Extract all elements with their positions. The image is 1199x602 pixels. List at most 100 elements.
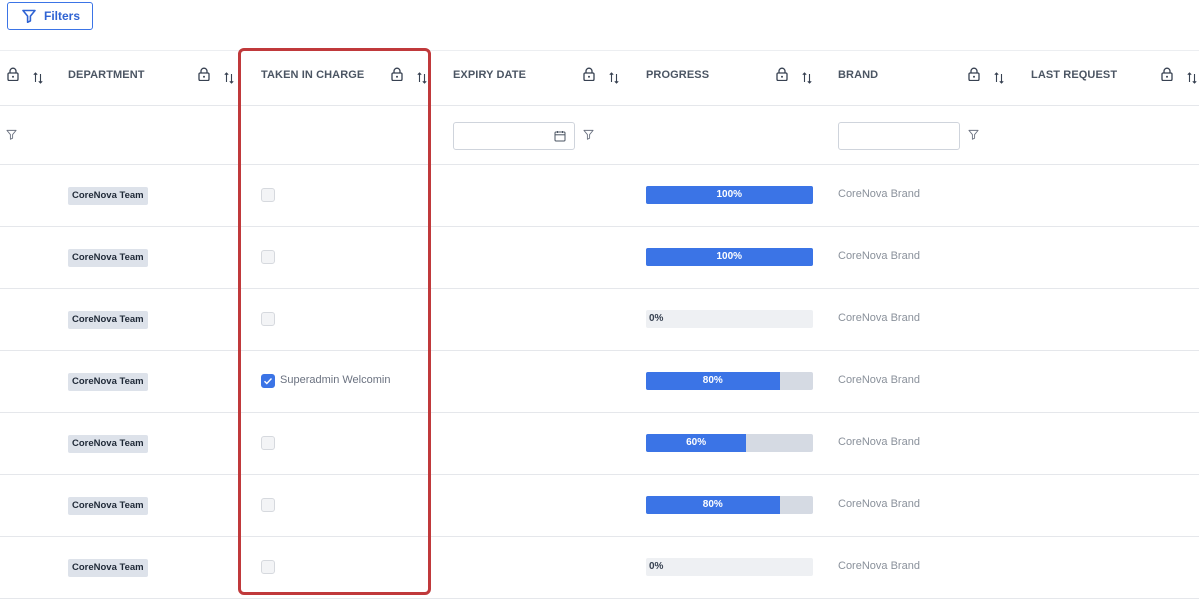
brand-name: CoreNova Brand bbox=[838, 250, 920, 262]
taken-in-charge-checkbox[interactable] bbox=[261, 250, 275, 264]
toolbar: Filters bbox=[0, 0, 1199, 50]
table-cell-taken-in-charge bbox=[246, 227, 438, 288]
table-cell-expiry-date bbox=[438, 227, 631, 288]
taken-in-charge-checkbox[interactable] bbox=[261, 436, 275, 450]
brand-filter[interactable] bbox=[838, 122, 960, 150]
calendar-icon[interactable] bbox=[554, 130, 566, 142]
progress-bar: 80% bbox=[646, 372, 813, 390]
header-cell-department[interactable]: DEPARTMENT bbox=[53, 51, 246, 105]
header-cell-brand[interactable]: BRAND bbox=[823, 51, 1016, 105]
table-filter-row bbox=[0, 106, 1199, 165]
header-cell-expiry-date[interactable]: EXPIRY DATE bbox=[438, 51, 631, 105]
table-header-row: DEPARTMENT TAKEN IN CHARGE EXPIRY DATE PROG… bbox=[0, 50, 1199, 106]
header-cell-select[interactable] bbox=[0, 51, 53, 105]
table-cell-expiry-date bbox=[438, 289, 631, 350]
table-cell-progress: 80% bbox=[631, 475, 823, 536]
sort-icon[interactable] bbox=[417, 71, 427, 85]
brand-name: CoreNova Brand bbox=[838, 560, 920, 572]
filters-button[interactable]: Filters bbox=[7, 2, 93, 30]
table-cell-department: CoreNova Team bbox=[53, 351, 246, 412]
lock-icon[interactable] bbox=[968, 67, 980, 81]
department-badge: CoreNova Team bbox=[68, 187, 148, 205]
sort-icon[interactable] bbox=[33, 71, 43, 85]
taken-in-charge-checkbox[interactable] bbox=[261, 560, 275, 574]
lock-icon[interactable] bbox=[583, 67, 595, 81]
progress-label: 60% bbox=[686, 437, 707, 448]
funnel-icon[interactable] bbox=[6, 129, 17, 140]
table-cell-progress: 80% bbox=[631, 351, 823, 412]
table-cell-progress: 0% bbox=[631, 537, 823, 598]
check-icon bbox=[264, 378, 273, 385]
progress-label: 100% bbox=[716, 189, 743, 200]
table-cell-last-request bbox=[1016, 475, 1199, 536]
funnel-icon[interactable] bbox=[968, 129, 979, 140]
table-row[interactable]: CoreNova Team 60% CoreNova Brand bbox=[0, 413, 1199, 475]
expiry-date-filter[interactable] bbox=[453, 122, 575, 150]
sort-icon[interactable] bbox=[224, 71, 234, 85]
column-header-label: PROGRESS bbox=[646, 69, 710, 81]
taken-in-charge-checkbox[interactable] bbox=[261, 374, 275, 388]
table-body: CoreNova Team 100% CoreNova Brand CoreNova … bbox=[0, 165, 1199, 599]
progress-label: 0% bbox=[649, 561, 664, 572]
table-cell-department: CoreNova Team bbox=[53, 537, 246, 598]
department-badge: CoreNova Team bbox=[68, 311, 148, 329]
table-cell-last-request bbox=[1016, 289, 1199, 350]
lock-icon[interactable] bbox=[198, 67, 210, 81]
brand-name: CoreNova Brand bbox=[838, 374, 920, 386]
progress-bar: 0% bbox=[646, 558, 813, 576]
table-bottom-divider bbox=[0, 598, 1199, 599]
table-cell-department: CoreNova Team bbox=[53, 227, 246, 288]
table-cell-last-request bbox=[1016, 537, 1199, 598]
table-cell-department: CoreNova Team bbox=[53, 289, 246, 350]
table-row[interactable]: CoreNova Team 0% CoreNova Brand bbox=[0, 537, 1199, 599]
table-cell-last-request bbox=[1016, 227, 1199, 288]
header-cell-last-request[interactable]: LAST REQUEST bbox=[1016, 51, 1199, 105]
table-row[interactable]: CoreNova Team 100% CoreNova Brand bbox=[0, 165, 1199, 227]
lock-icon[interactable] bbox=[1161, 67, 1173, 81]
table-cell-expiry-date bbox=[438, 351, 631, 412]
table-cell-taken-in-charge: Superadmin Welcomin bbox=[246, 351, 438, 412]
table-cell-progress: 100% bbox=[631, 227, 823, 288]
brand-name: CoreNova Brand bbox=[838, 312, 920, 324]
filter-cell-taken-in-charge bbox=[246, 106, 438, 164]
table-row[interactable]: CoreNova Team 0% CoreNova Brand bbox=[0, 289, 1199, 351]
filters-button-label: Filters bbox=[44, 9, 81, 23]
table-row[interactable]: CoreNova Team 100% CoreNova Brand bbox=[0, 227, 1199, 289]
table-cell-progress: 100% bbox=[631, 165, 823, 226]
sort-icon[interactable] bbox=[609, 71, 619, 85]
table-cell-brand: CoreNova Brand bbox=[823, 351, 1016, 412]
column-header-label: BRAND bbox=[838, 69, 879, 81]
table-cell-brand: CoreNova Brand bbox=[823, 537, 1016, 598]
brand-name: CoreNova Brand bbox=[838, 436, 920, 448]
table-cell-taken-in-charge bbox=[246, 165, 438, 226]
progress-bar: 80% bbox=[646, 496, 813, 514]
sort-icon[interactable] bbox=[802, 71, 812, 85]
filter-cell-last-request bbox=[1016, 106, 1199, 164]
sort-icon[interactable] bbox=[994, 71, 1004, 85]
lock-icon[interactable] bbox=[391, 67, 403, 81]
table-row[interactable]: CoreNova Team 80% CoreNova Brand bbox=[0, 475, 1199, 537]
table-cell-select bbox=[0, 351, 53, 412]
expiry-date-input[interactable] bbox=[460, 124, 554, 150]
progress-label: 0% bbox=[649, 313, 664, 324]
filter-cell-department bbox=[53, 106, 246, 164]
taken-in-charge-user: Superadmin Welcomin bbox=[280, 374, 391, 386]
table-cell-taken-in-charge bbox=[246, 289, 438, 350]
progress-bar: 60% bbox=[646, 434, 813, 452]
progress-label: 80% bbox=[702, 499, 723, 510]
table-cell-select bbox=[0, 289, 53, 350]
taken-in-charge-checkbox[interactable] bbox=[261, 498, 275, 512]
funnel-icon[interactable] bbox=[583, 129, 594, 140]
sort-icon[interactable] bbox=[1187, 71, 1197, 85]
brand-filter-input[interactable] bbox=[845, 124, 959, 150]
lock-icon[interactable] bbox=[7, 67, 19, 81]
lock-icon[interactable] bbox=[776, 67, 788, 81]
table-cell-select bbox=[0, 227, 53, 288]
header-cell-progress[interactable]: PROGRESS bbox=[631, 51, 823, 105]
table-row[interactable]: CoreNova Team Superadmin Welcomin 80% CoreN… bbox=[0, 351, 1199, 413]
table-cell-select bbox=[0, 537, 53, 598]
header-cell-taken-in-charge[interactable]: TAKEN IN CHARGE bbox=[246, 51, 438, 105]
taken-in-charge-checkbox[interactable] bbox=[261, 188, 275, 202]
column-header-label: TAKEN IN CHARGE bbox=[261, 69, 365, 81]
taken-in-charge-checkbox[interactable] bbox=[261, 312, 275, 326]
